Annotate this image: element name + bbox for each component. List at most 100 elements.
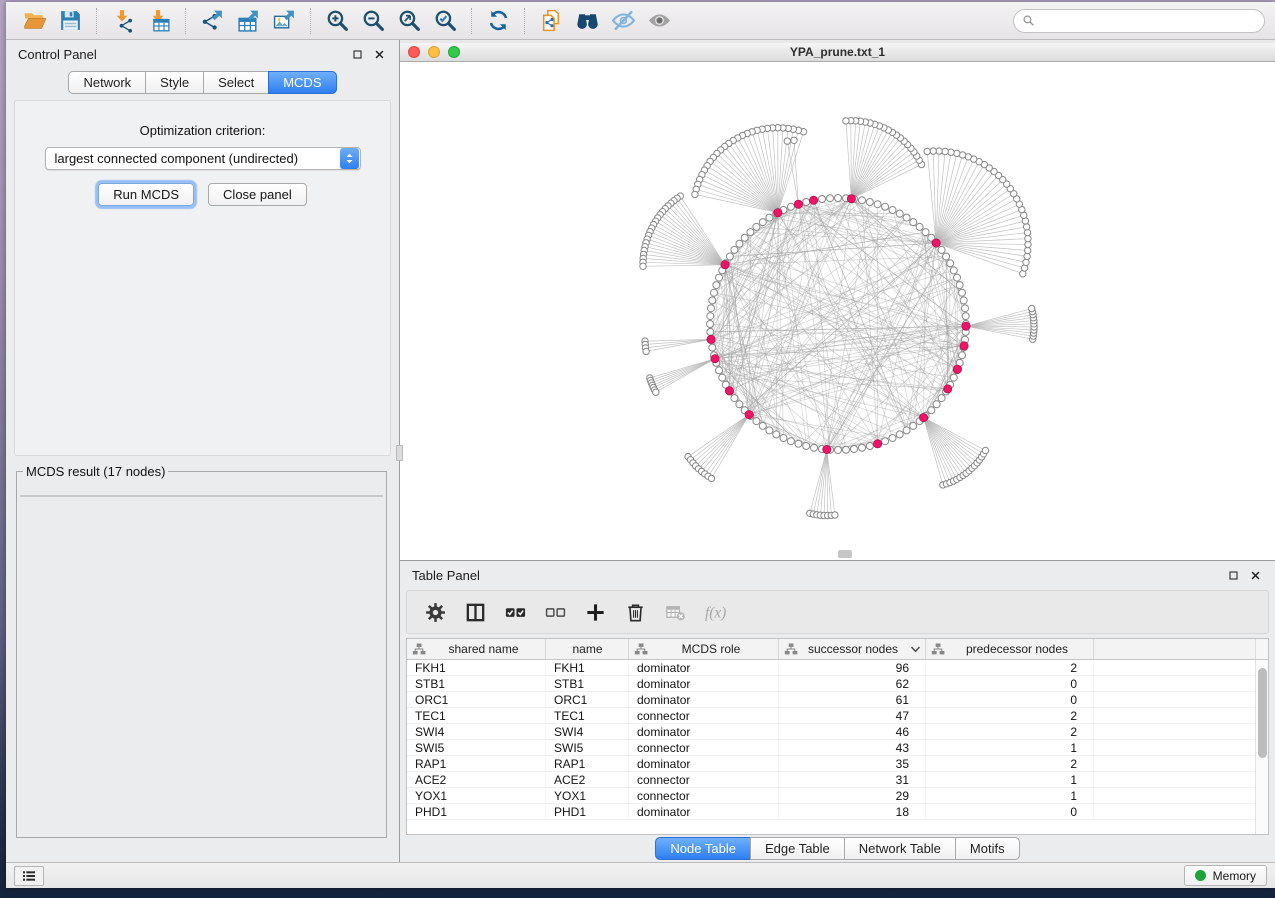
- zoom-selected-button[interactable]: [430, 7, 460, 35]
- table-cell-successor-nodes[interactable]: 29: [779, 788, 926, 803]
- table-cell-predecessor-nodes[interactable]: 1: [926, 772, 1094, 787]
- criterion-select[interactable]: largest connected component (undirected): [45, 147, 361, 170]
- task-history-button[interactable]: [14, 866, 44, 886]
- tab-network[interactable]: Network: [68, 71, 146, 94]
- tab-mcds[interactable]: MCDS: [268, 71, 336, 94]
- table-settings-button[interactable]: [419, 597, 451, 627]
- network-hscroll-thumb[interactable]: [838, 550, 852, 558]
- network-graph[interactable]: [400, 62, 1275, 560]
- table-cell-name[interactable]: STB1: [546, 676, 629, 691]
- table-cell-shared-name[interactable]: SWI5: [407, 740, 546, 755]
- import-table-button[interactable]: [144, 7, 174, 35]
- table-row[interactable]: TEC1TEC1connector472: [407, 708, 1255, 724]
- table-row[interactable]: ORC1ORC1dominator610: [407, 692, 1255, 708]
- table-row[interactable]: FKH1FKH1dominator962: [407, 660, 1255, 676]
- table-row[interactable]: RAP1RAP1dominator352: [407, 756, 1255, 772]
- table-cell-successor-nodes[interactable]: 31: [779, 772, 926, 787]
- close-table-panel-button[interactable]: [1247, 567, 1263, 583]
- table-cell-MCDS-role[interactable]: dominator: [629, 692, 779, 707]
- table-cell-successor-nodes[interactable]: 35: [779, 756, 926, 771]
- table-row[interactable]: SWI5SWI5connector431: [407, 740, 1255, 756]
- delete-column-button[interactable]: [619, 597, 651, 627]
- table-cell-MCDS-role[interactable]: connector: [629, 708, 779, 723]
- column-header-MCDS-role[interactable]: MCDS role: [629, 639, 779, 659]
- table-cell-successor-nodes[interactable]: 61: [779, 692, 926, 707]
- copy-share-button[interactable]: [536, 7, 566, 35]
- table-cell-MCDS-role[interactable]: connector: [629, 788, 779, 803]
- table-cell-MCDS-role[interactable]: dominator: [629, 724, 779, 739]
- table-cell-name[interactable]: SWI4: [546, 724, 629, 739]
- search-input[interactable]: [1040, 14, 1256, 28]
- table-cell-shared-name[interactable]: SWI4: [407, 724, 546, 739]
- tab-motifs[interactable]: Motifs: [955, 837, 1020, 860]
- export-table-button[interactable]: [233, 7, 263, 35]
- table-cell-predecessor-nodes[interactable]: 2: [926, 660, 1094, 675]
- table-vscrollbar[interactable]: [1255, 660, 1268, 834]
- table-cell-shared-name[interactable]: YOX1: [407, 788, 546, 803]
- table-cell-predecessor-nodes[interactable]: 1: [926, 788, 1094, 803]
- refresh-button[interactable]: [483, 7, 513, 35]
- table-cell-MCDS-role[interactable]: connector: [629, 772, 779, 787]
- table-vscroll-thumb[interactable]: [1258, 668, 1267, 758]
- table-cell-name[interactable]: ORC1: [546, 692, 629, 707]
- zoom-in-button[interactable]: [322, 7, 352, 35]
- hide-selected-button[interactable]: [608, 7, 638, 35]
- table-cell-shared-name[interactable]: STB1: [407, 676, 546, 691]
- add-column-button[interactable]: [579, 597, 611, 627]
- table-cell-MCDS-role[interactable]: dominator: [629, 676, 779, 691]
- table-cell-successor-nodes[interactable]: 96: [779, 660, 926, 675]
- table-cell-predecessor-nodes[interactable]: 0: [926, 676, 1094, 691]
- export-network-button[interactable]: [197, 7, 227, 35]
- zoom-out-button[interactable]: [358, 7, 388, 35]
- float-table-panel-button[interactable]: [1225, 567, 1241, 583]
- table-cell-predecessor-nodes[interactable]: 0: [926, 804, 1094, 819]
- table-cell-shared-name[interactable]: TEC1: [407, 708, 546, 723]
- table-cell-successor-nodes[interactable]: 43: [779, 740, 926, 755]
- table-cell-successor-nodes[interactable]: 47: [779, 708, 926, 723]
- tab-edge-table[interactable]: Edge Table: [750, 837, 845, 860]
- network-canvas[interactable]: [400, 62, 1275, 560]
- table-cell-shared-name[interactable]: ORC1: [407, 692, 546, 707]
- zoom-fit-button[interactable]: [394, 7, 424, 35]
- table-cell-name[interactable]: YOX1: [546, 788, 629, 803]
- column-header-name[interactable]: name: [546, 639, 629, 659]
- open-file-button[interactable]: [19, 7, 49, 35]
- close-panel-button[interactable]: [371, 46, 387, 62]
- table-cell-shared-name[interactable]: RAP1: [407, 756, 546, 771]
- run-mcds-button[interactable]: Run MCDS: [98, 183, 194, 206]
- tab-network-table[interactable]: Network Table: [844, 837, 956, 860]
- memory-button[interactable]: Memory: [1184, 865, 1267, 886]
- table-cell-predecessor-nodes[interactable]: 1: [926, 740, 1094, 755]
- export-image-button[interactable]: [269, 7, 299, 35]
- table-cell-shared-name[interactable]: PHD1: [407, 804, 546, 819]
- table-row[interactable]: PHD1PHD1dominator180: [407, 804, 1255, 820]
- table-cell-MCDS-role[interactable]: dominator: [629, 756, 779, 771]
- import-network-button[interactable]: [108, 7, 138, 35]
- tab-select[interactable]: Select: [203, 71, 269, 94]
- first-neighbors-button[interactable]: [572, 7, 602, 35]
- table-cell-name[interactable]: PHD1: [546, 804, 629, 819]
- table-row[interactable]: SWI4SWI4dominator462: [407, 724, 1255, 740]
- table-cell-predecessor-nodes[interactable]: 0: [926, 692, 1094, 707]
- search-field[interactable]: [1013, 9, 1265, 33]
- table-cell-name[interactable]: TEC1: [546, 708, 629, 723]
- table-cell-name[interactable]: RAP1: [546, 756, 629, 771]
- table-cell-successor-nodes[interactable]: 62: [779, 676, 926, 691]
- splitter-handle[interactable]: [396, 445, 403, 461]
- table-cell-predecessor-nodes[interactable]: 2: [926, 724, 1094, 739]
- table-cell-MCDS-role[interactable]: dominator: [629, 660, 779, 675]
- toggle-columns-button[interactable]: [459, 597, 491, 627]
- table-cell-successor-nodes[interactable]: 46: [779, 724, 926, 739]
- show-all-button[interactable]: [644, 7, 674, 35]
- table-cell-MCDS-role[interactable]: dominator: [629, 804, 779, 819]
- deselect-all-columns-button[interactable]: [539, 597, 571, 627]
- column-header-predecessor-nodes[interactable]: predecessor nodes: [926, 639, 1094, 659]
- table-cell-name[interactable]: ACE2: [546, 772, 629, 787]
- tab-style[interactable]: Style: [145, 71, 204, 94]
- save-session-button[interactable]: [55, 7, 85, 35]
- table-cell-MCDS-role[interactable]: connector: [629, 740, 779, 755]
- table-cell-name[interactable]: FKH1: [546, 660, 629, 675]
- float-panel-button[interactable]: [349, 46, 365, 62]
- table-cell-shared-name[interactable]: FKH1: [407, 660, 546, 675]
- table-cell-shared-name[interactable]: ACE2: [407, 772, 546, 787]
